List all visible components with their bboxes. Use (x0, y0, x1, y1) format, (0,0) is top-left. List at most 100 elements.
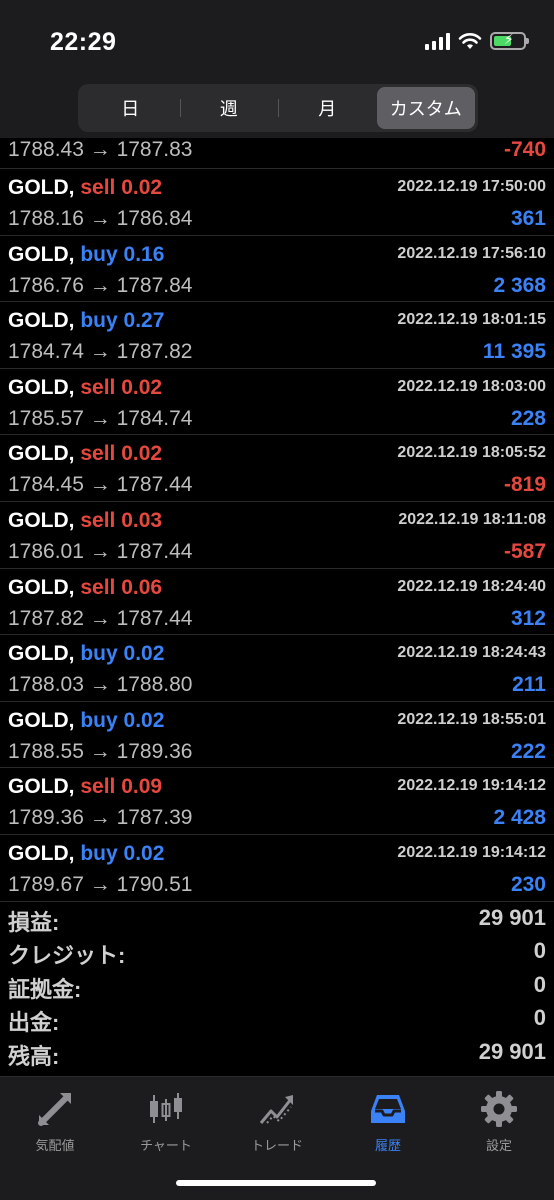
trade-prices: 1784.74 → 1787.82 (8, 340, 193, 364)
trade-symbol: GOLD, (8, 442, 75, 466)
history-tray-icon (371, 1095, 405, 1123)
segment-custom[interactable]: カスタム (376, 87, 475, 129)
trade-volume: 0.02 (121, 442, 163, 466)
trade-side: sell (80, 176, 116, 199)
table-row[interactable]: GOLD, buy 0.27 2022.12.19 18:01:15 1784.74… (0, 302, 554, 369)
trade-prices: 1789.36 → 1787.39 (8, 806, 193, 830)
trade-datetime: 2022.12.19 18:11:08 (398, 510, 546, 528)
table-row[interactable]: GOLD, buy 0.02 2022.12.19 19:14:12 1789.67… (0, 835, 554, 902)
trade-symbol-side: GOLD, sell 0.09 (8, 775, 162, 799)
table-row[interactable]: GOLD, buy 0.02 2022.12.19 18:55:01 1788.55… (0, 702, 554, 769)
trade-side: sell (80, 508, 116, 532)
segment-month[interactable]: 月 (278, 87, 377, 129)
trade-symbol-side: GOLD, buy 0.16 (8, 243, 164, 267)
home-indicator (176, 1180, 376, 1186)
tab-trade[interactable]: トレード (222, 1087, 332, 1154)
tab-quotes[interactable]: 気配値 (0, 1087, 110, 1154)
segment-week[interactable]: 週 (179, 87, 279, 129)
trade-symbol: GOLD, (8, 375, 75, 399)
table-row[interactable]: GOLD, buy 0.02 2022.12.19 18:24:43 1788.03… (0, 635, 554, 702)
trade-profit: -819 (503, 473, 546, 497)
trade-prices: 1786.01 → 1787.44 (8, 539, 193, 563)
trade-datetime: 2022.12.19 18:05:52 (397, 444, 546, 462)
trade-symbol-side: GOLD, buy 0.02 (8, 642, 164, 666)
trade-profit: 211 (512, 673, 546, 697)
trade-prices: 1788.55 → 1789.36 (8, 739, 193, 763)
trade-datetime: 2022.12.19 18:03:00 (397, 377, 546, 395)
table-row[interactable]: GOLD, buy 0.16 2022.12.19 17:56:10 1786.76… (0, 236, 554, 303)
tab-chart[interactable]: チャート (111, 1087, 221, 1154)
trade-datetime: 2022.12.19 18:01:15 (397, 311, 546, 329)
tab-settings[interactable]: 設定 (444, 1087, 554, 1154)
trade-datetime: 2022.12.19 18:24:40 (397, 577, 546, 595)
trade-profit: -740 (503, 138, 546, 161)
summary-value: 29 901 (478, 905, 546, 930)
trade-volume: 0.02 (121, 375, 163, 399)
trade-volume: 0.02 (123, 642, 165, 666)
trade-side: buy (80, 642, 118, 666)
trade-symbol-side: GOLD, sell 0.02 (8, 376, 162, 400)
trade-volume: 0.02 (121, 176, 163, 199)
table-row[interactable]: GOLD, sell 0.02 2022.12.19 18:03:00 1785.5… (0, 369, 554, 436)
summary-label: 損益: (8, 910, 60, 935)
trade-side: buy (80, 242, 118, 266)
trade-prices: 1786.76 → 1787.84 (8, 273, 193, 297)
trade-volume: 0.06 (121, 575, 163, 599)
status-time: 22:29 (50, 28, 117, 56)
trade-profit: -587 (503, 539, 546, 563)
trade-symbol-side: GOLD, buy 0.27 (8, 309, 164, 333)
summary-label: 出金: (8, 1010, 60, 1036)
trade-symbol: GOLD, (8, 508, 75, 532)
table-row[interactable]: GOLD, sell 0.06 2022.12.19 18:24:40 1787.8… (0, 569, 554, 636)
trade-symbol: GOLD, (8, 841, 75, 865)
tab-label: 履歴 (374, 1138, 401, 1153)
wifi-icon (458, 33, 482, 49)
table-row[interactable]: GOLD, sell 0.02 2022.12.19 17:50:00 1788.1… (0, 169, 554, 236)
period-filter-bar: 日 週 月 カスタム (0, 80, 554, 138)
trade-datetime: 2022.12.19 19:14:12 (397, 843, 546, 861)
trade-prices: 1785.57 → 1784.74 (8, 406, 193, 430)
trade-profit: 230 (510, 872, 546, 896)
table-row[interactable]: GOLD, sell 0.02 2022.12.19 18:05:52 1784.4… (0, 435, 554, 502)
trade-symbol-side: GOLD, sell 0.02 (8, 176, 162, 200)
summary-margin: 証拠金: 0 (0, 969, 554, 1002)
summary-label: 残高: (8, 1043, 60, 1069)
trade-volume: 0.02 (123, 841, 165, 865)
trade-symbol: GOLD, (8, 309, 75, 333)
summary-credit: クレジット: 0 (0, 935, 554, 968)
list-item-partial[interactable]: 1788.43 → 1787.83 -740 (0, 138, 554, 169)
tab-label: 設定 (485, 1138, 512, 1153)
table-row[interactable]: GOLD, sell 0.09 2022.12.19 19:14:12 1789.3… (0, 768, 554, 835)
trade-symbol: GOLD, (8, 575, 75, 599)
status-icons: ⚡ (425, 31, 529, 50)
trade-side: buy (80, 708, 118, 732)
trade-prices: 1787.82 → 1787.44 (8, 606, 193, 630)
trade-line-icon (259, 1095, 293, 1124)
trade-datetime: 2022.12.19 19:14:12 (397, 777, 546, 795)
trade-symbol-side: GOLD, sell 0.06 (8, 576, 162, 600)
candlestick-chart-icon (150, 1093, 182, 1123)
trade-volume: 0.02 (123, 708, 165, 732)
trade-profit: 222 (510, 739, 546, 763)
summary-balance: 残高: 29 901 (0, 1036, 554, 1069)
trade-side: sell (80, 375, 116, 399)
trade-prices: 1784.45 → 1787.44 (8, 473, 193, 497)
trade-volume: 0.16 (123, 242, 165, 266)
trade-datetime: 2022.12.19 17:50:00 (397, 178, 546, 195)
gear-icon (481, 1091, 517, 1127)
tab-label: トレード (250, 1138, 303, 1153)
trade-side: sell (80, 575, 116, 599)
trade-profit: 11 395 (482, 340, 546, 364)
trade-profit: 2 428 (493, 806, 546, 830)
trade-volume: 0.09 (121, 775, 163, 799)
trade-prices: 1788.16 → 1786.84 (8, 207, 193, 230)
trade-profit: 361 (510, 207, 546, 230)
summary-value: 0 (533, 971, 546, 997)
segment-day[interactable]: 日 (81, 87, 180, 129)
trade-symbol: GOLD, (8, 775, 75, 799)
trade-datetime: 2022.12.19 18:55:01 (397, 710, 546, 728)
tab-history[interactable]: 履歴 (333, 1087, 443, 1154)
trade-symbol: GOLD, (8, 708, 75, 732)
table-row[interactable]: GOLD, sell 0.03 2022.12.19 18:11:08 1786.0… (0, 502, 554, 569)
summary-profit: 損益: 29 901 (0, 902, 554, 935)
